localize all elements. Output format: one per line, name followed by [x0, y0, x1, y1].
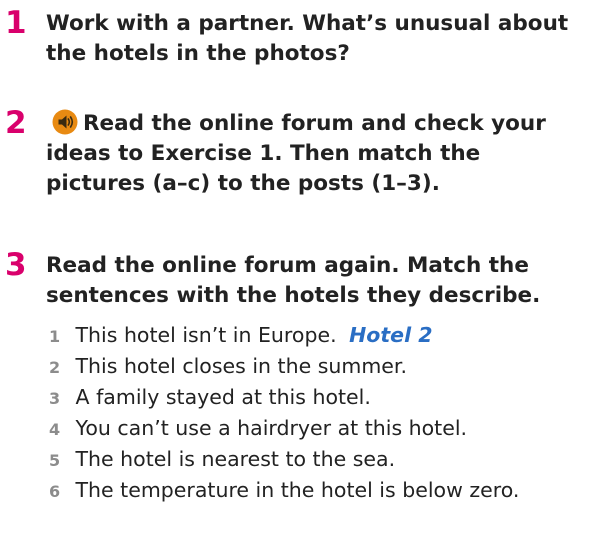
- item-number: 4: [49, 420, 61, 439]
- exercise-2: 2 Read the online forum and check your i…: [0, 108, 589, 208]
- item-number: 1: [49, 327, 61, 346]
- list-item: 4 You can’t use a hairdryer at this hote…: [49, 413, 589, 444]
- list-item: 1 This hotel isn’t in Europe. Hotel 2: [49, 320, 589, 351]
- exercise-instruction: Work with a partner. What’s unusual abou…: [46, 11, 569, 66]
- item-text: The temperature in the hotel is below ze…: [75, 478, 520, 502]
- exercise-instruction: Read the online forum and check your ide…: [46, 111, 546, 196]
- item-number: 2: [49, 358, 61, 377]
- exercise-instruction-block: Read the online forum and check your ide…: [46, 109, 586, 199]
- item-number: 3: [49, 389, 61, 408]
- exercise-1: 1 Work with a partner. What’s unusual ab…: [0, 8, 589, 78]
- item-text: You can’t use a hairdryer at this hotel.: [75, 416, 468, 440]
- item-text: This hotel isn’t in Europe.: [75, 323, 337, 347]
- item-text: A family stayed at this hotel.: [75, 385, 371, 409]
- item-text: This hotel closes in the summer.: [75, 354, 407, 378]
- item-number: 6: [49, 482, 61, 501]
- exercise-3: 3 Read the online forum again. Match the…: [0, 250, 589, 540]
- exercise-number: 1: [5, 5, 27, 41]
- exercise-number: 3: [5, 247, 27, 283]
- example-answer: Hotel 2: [349, 323, 433, 347]
- audio-speaker-icon[interactable]: [52, 109, 78, 135]
- exercise-instruction: Read the online forum again. Match the s…: [46, 253, 541, 308]
- item-text: The hotel is nearest to the sea.: [75, 447, 396, 471]
- exercise-number: 2: [5, 105, 27, 141]
- list-item: 3 A family stayed at this hotel.: [49, 382, 589, 413]
- list-item: 2 This hotel closes in the summer.: [49, 351, 589, 382]
- item-number: 5: [49, 451, 61, 470]
- list-item: 6 The temperature in the hotel is below …: [49, 475, 589, 506]
- sentence-list: 1 This hotel isn’t in Europe. Hotel 2 2 …: [49, 320, 589, 506]
- list-item: 5 The hotel is nearest to the sea.: [49, 444, 589, 475]
